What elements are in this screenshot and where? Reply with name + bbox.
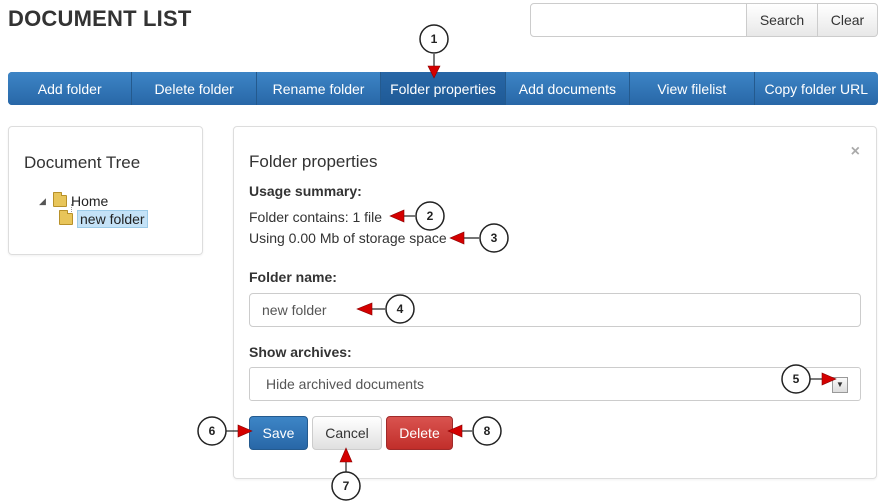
svg-text:7: 7 — [343, 479, 350, 493]
clear-button[interactable]: Clear — [818, 3, 878, 37]
svg-text:1: 1 — [431, 32, 438, 46]
folder-name-label: Folder name: — [249, 269, 337, 285]
search-group: Search Clear — [530, 3, 878, 37]
folder-toolbar: Add folder Delete folder Rename folder F… — [8, 72, 878, 105]
add-documents-button[interactable]: Add documents — [505, 72, 631, 105]
show-archives-select[interactable]: Hide archived documents ▼ — [249, 367, 861, 401]
search-button[interactable]: Search — [747, 3, 818, 37]
tree-node-label[interactable]: new folder — [77, 210, 148, 228]
show-archives-label: Show archives: — [249, 344, 352, 360]
tree-node-home[interactable]: ◢ Home — [39, 192, 108, 209]
close-icon[interactable]: × — [851, 143, 860, 161]
add-folder-button[interactable]: Add folder — [8, 72, 133, 105]
tree-title: Document Tree — [24, 153, 141, 172]
show-archives-selected-value: Hide archived documents — [266, 376, 424, 392]
document-tree-panel: Document Tree ◢ Home new folder — [8, 126, 203, 255]
view-filelist-button[interactable]: View filelist — [630, 72, 755, 105]
rename-folder-button[interactable]: Rename folder — [256, 72, 382, 105]
folder-icon — [53, 192, 67, 207]
expand-toggle-icon[interactable]: ◢ — [39, 196, 53, 207]
storage-usage-text: Using 0.00 Mb of storage space — [249, 230, 447, 246]
copy-folder-url-button[interactable]: Copy folder URL — [754, 72, 878, 105]
folder-icon — [59, 210, 73, 225]
svg-text:6: 6 — [209, 424, 216, 438]
usage-summary-label: Usage summary: — [249, 183, 362, 199]
folder-properties-panel: × Folder properties Usage summary: Folde… — [233, 126, 877, 479]
cancel-button[interactable]: Cancel — [312, 416, 382, 450]
delete-folder-button[interactable]: Delete folder — [132, 72, 257, 105]
folder-properties-button[interactable]: Folder properties — [381, 72, 506, 105]
callout-1: 1 — [419, 24, 449, 79]
chevron-down-icon[interactable]: ▼ — [832, 377, 848, 393]
page-title: DOCUMENT LIST — [8, 6, 192, 31]
tree-node-new-folder[interactable]: new folder — [59, 210, 148, 228]
search-input[interactable] — [530, 3, 747, 37]
save-button[interactable]: Save — [249, 416, 308, 450]
panel-title: Folder properties — [249, 152, 378, 171]
folder-name-input[interactable] — [249, 293, 861, 327]
folder-contains-text: Folder contains: 1 file — [249, 209, 383, 225]
tree-node-label[interactable]: Home — [71, 193, 108, 209]
delete-button[interactable]: Delete — [386, 416, 453, 450]
